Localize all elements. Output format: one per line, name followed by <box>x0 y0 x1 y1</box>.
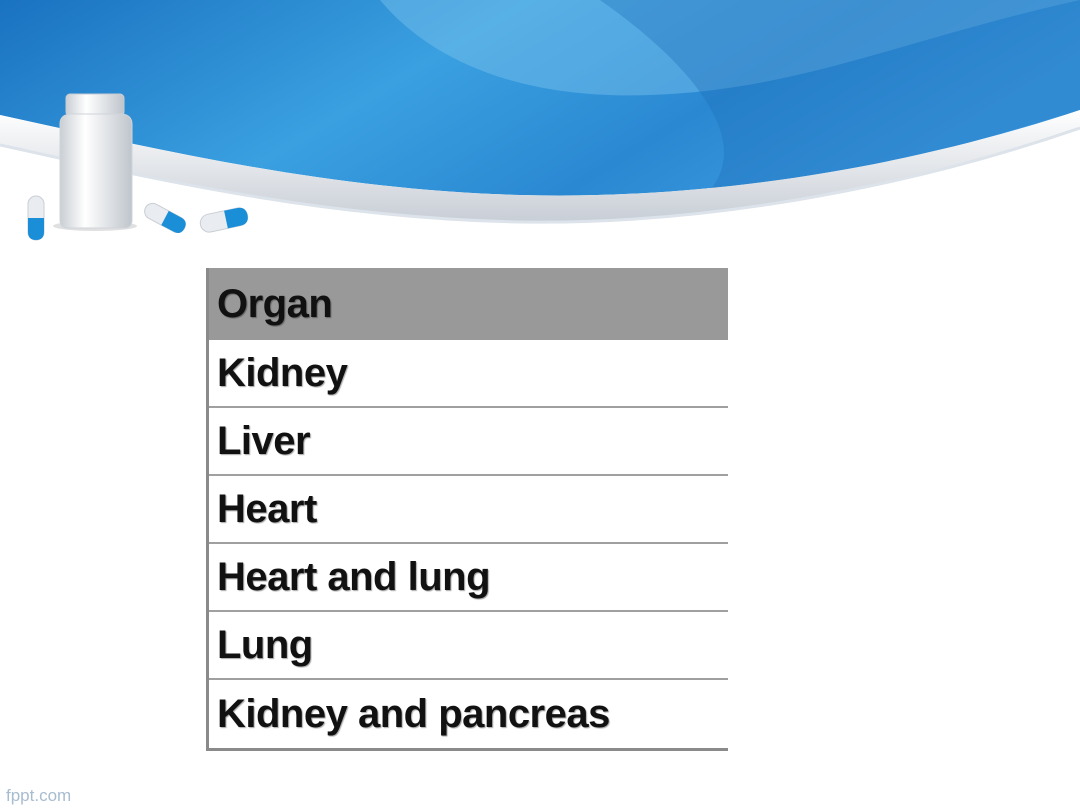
table-row: Kidney and pancreas <box>209 680 728 748</box>
table-cell: Heart <box>217 486 317 531</box>
table-row: Heart <box>209 476 728 544</box>
table-row: Lung <box>209 612 728 680</box>
table-cell: Heart and lung <box>217 554 491 599</box>
table-cell: Kidney and pancreas <box>217 691 610 736</box>
table-header-label: Organ <box>217 281 333 326</box>
table-cell: Liver <box>217 418 311 463</box>
table-row: Heart and lung <box>209 544 728 612</box>
table-header: Organ <box>209 268 728 340</box>
pill-bottle-icon <box>27 93 249 241</box>
table-row: Kidney <box>209 340 728 408</box>
table-cell: Kidney <box>217 350 348 395</box>
table-cell: Lung <box>217 622 313 667</box>
organ-table: Organ Kidney Liver Heart Heart and lung … <box>206 268 728 751</box>
table-row: Liver <box>209 408 728 476</box>
footer-watermark: fppt.com <box>6 786 72 805</box>
